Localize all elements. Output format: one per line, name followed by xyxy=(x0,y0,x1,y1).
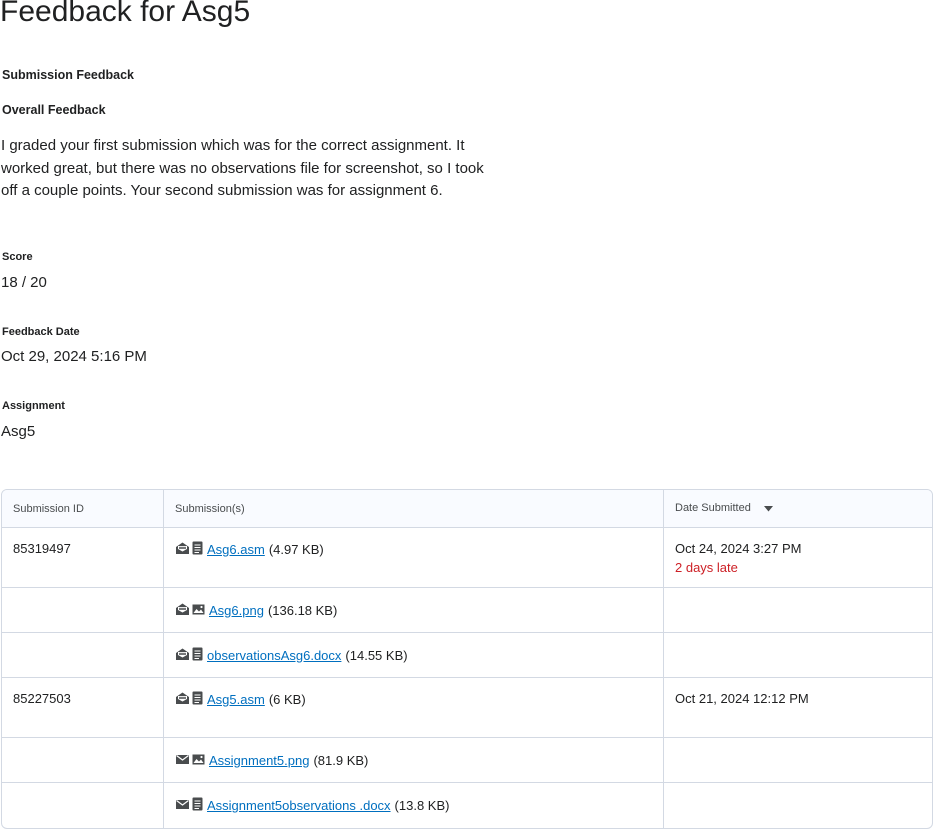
page-title: Feedback for Asg5 xyxy=(0,0,251,28)
submissions-table: Submission ID Submission(s) Date Submitt… xyxy=(1,489,933,829)
header-date-submitted-label: Date Submitted xyxy=(675,502,751,515)
document-icon xyxy=(192,797,203,814)
document-icon xyxy=(192,647,203,664)
date-submitted-cell xyxy=(664,588,932,633)
overall-feedback-text: I graded your first submission which was… xyxy=(1,137,484,199)
file-link[interactable]: Asg5.asm xyxy=(207,692,265,707)
file-size: (136.18 KB) xyxy=(267,602,338,618)
date-submitted-cell: Oct 24, 2024 3:27 PM 2 days late xyxy=(664,528,932,588)
file-size: (14.55 KB) xyxy=(345,647,408,663)
submission-file-cell: Assignment5.png (81.9 KB) xyxy=(164,738,664,783)
file-link[interactable]: observationsAsg6.docx xyxy=(207,648,341,663)
feedback-date-value: Oct 29, 2024 5:16 PM xyxy=(1,348,147,365)
submission-id-cell xyxy=(2,588,164,633)
document-icon xyxy=(192,691,203,708)
file-link[interactable]: Assignment5observations .docx xyxy=(207,798,391,813)
date-submitted-cell xyxy=(664,633,932,678)
submission-id-cell: 85319497 xyxy=(2,528,164,588)
date-submitted-cell xyxy=(664,738,932,783)
envelope-open-icon xyxy=(175,691,190,708)
table-row: Assignment5observations .docx (13.8 KB) xyxy=(2,783,932,828)
table-row: Asg6.png (136.18 KB) xyxy=(2,588,932,633)
submission-file-cell: Asg6.png (136.18 KB) xyxy=(164,588,664,633)
submission-id-cell: 85227503 xyxy=(2,678,164,738)
envelope-open-icon xyxy=(175,602,190,619)
envelope-icon xyxy=(175,798,190,813)
table-row: observationsAsg6.docx (14.55 KB) xyxy=(2,633,932,678)
overall-feedback-heading: Overall Feedback xyxy=(2,103,106,117)
envelope-open-icon xyxy=(175,647,190,664)
submission-id-cell xyxy=(2,633,164,678)
late-badge: 2 days late xyxy=(675,560,738,575)
header-submission-id: Submission ID xyxy=(2,490,164,528)
table-row: 85319497 Asg6.asm (4.97 KB) Oct 24, 2024… xyxy=(2,528,932,588)
file-link[interactable]: Asg6.asm xyxy=(207,542,265,557)
submission-id-cell xyxy=(2,783,164,828)
table-row: Assignment5.png (81.9 KB) xyxy=(2,738,932,783)
submission-id-cell xyxy=(2,738,164,783)
envelope-icon xyxy=(175,753,190,768)
sort-down-icon[interactable] xyxy=(763,503,773,515)
file-size: (6 KB) xyxy=(268,692,306,707)
table-row: 85227503 Asg5.asm (6 KB) Oct 21, 2024 12… xyxy=(2,678,932,738)
assignment-value: Asg5 xyxy=(1,423,36,440)
image-icon xyxy=(192,603,205,618)
submission-file-cell: Asg5.asm (6 KB) xyxy=(164,678,664,738)
header-date-submitted[interactable]: Date Submitted xyxy=(664,490,932,528)
image-icon xyxy=(192,753,205,768)
file-size: (13.8 KB) xyxy=(394,798,450,813)
table-header-row: Submission ID Submission(s) Date Submitt… xyxy=(2,490,932,528)
date-submitted-value: Oct 24, 2024 3:27 PM xyxy=(675,541,802,556)
submission-file-cell: Asg6.asm (4.97 KB) xyxy=(164,528,664,588)
file-size: (81.9 KB) xyxy=(313,752,369,768)
score-value: 18 / 20 xyxy=(1,274,47,291)
date-submitted-cell xyxy=(664,783,932,828)
envelope-open-icon xyxy=(175,541,190,558)
feedback-date-label: Feedback Date xyxy=(2,326,80,338)
file-size: (4.97 KB) xyxy=(268,542,324,557)
date-submitted-cell: Oct 21, 2024 12:12 PM xyxy=(664,678,932,738)
submission-feedback-heading: Submission Feedback xyxy=(2,68,134,82)
file-link[interactable]: Asg6.png xyxy=(209,603,264,618)
document-icon xyxy=(192,541,203,558)
date-submitted-value: Oct 21, 2024 12:12 PM xyxy=(675,691,809,706)
submission-file-cell: Assignment5observations .docx (13.8 KB) xyxy=(164,783,664,828)
file-link[interactable]: Assignment5.png xyxy=(209,753,309,768)
score-label: Score xyxy=(2,251,33,263)
header-submissions: Submission(s) xyxy=(164,490,664,528)
assignment-label: Assignment xyxy=(2,400,65,412)
submission-file-cell: observationsAsg6.docx (14.55 KB) xyxy=(164,633,664,678)
